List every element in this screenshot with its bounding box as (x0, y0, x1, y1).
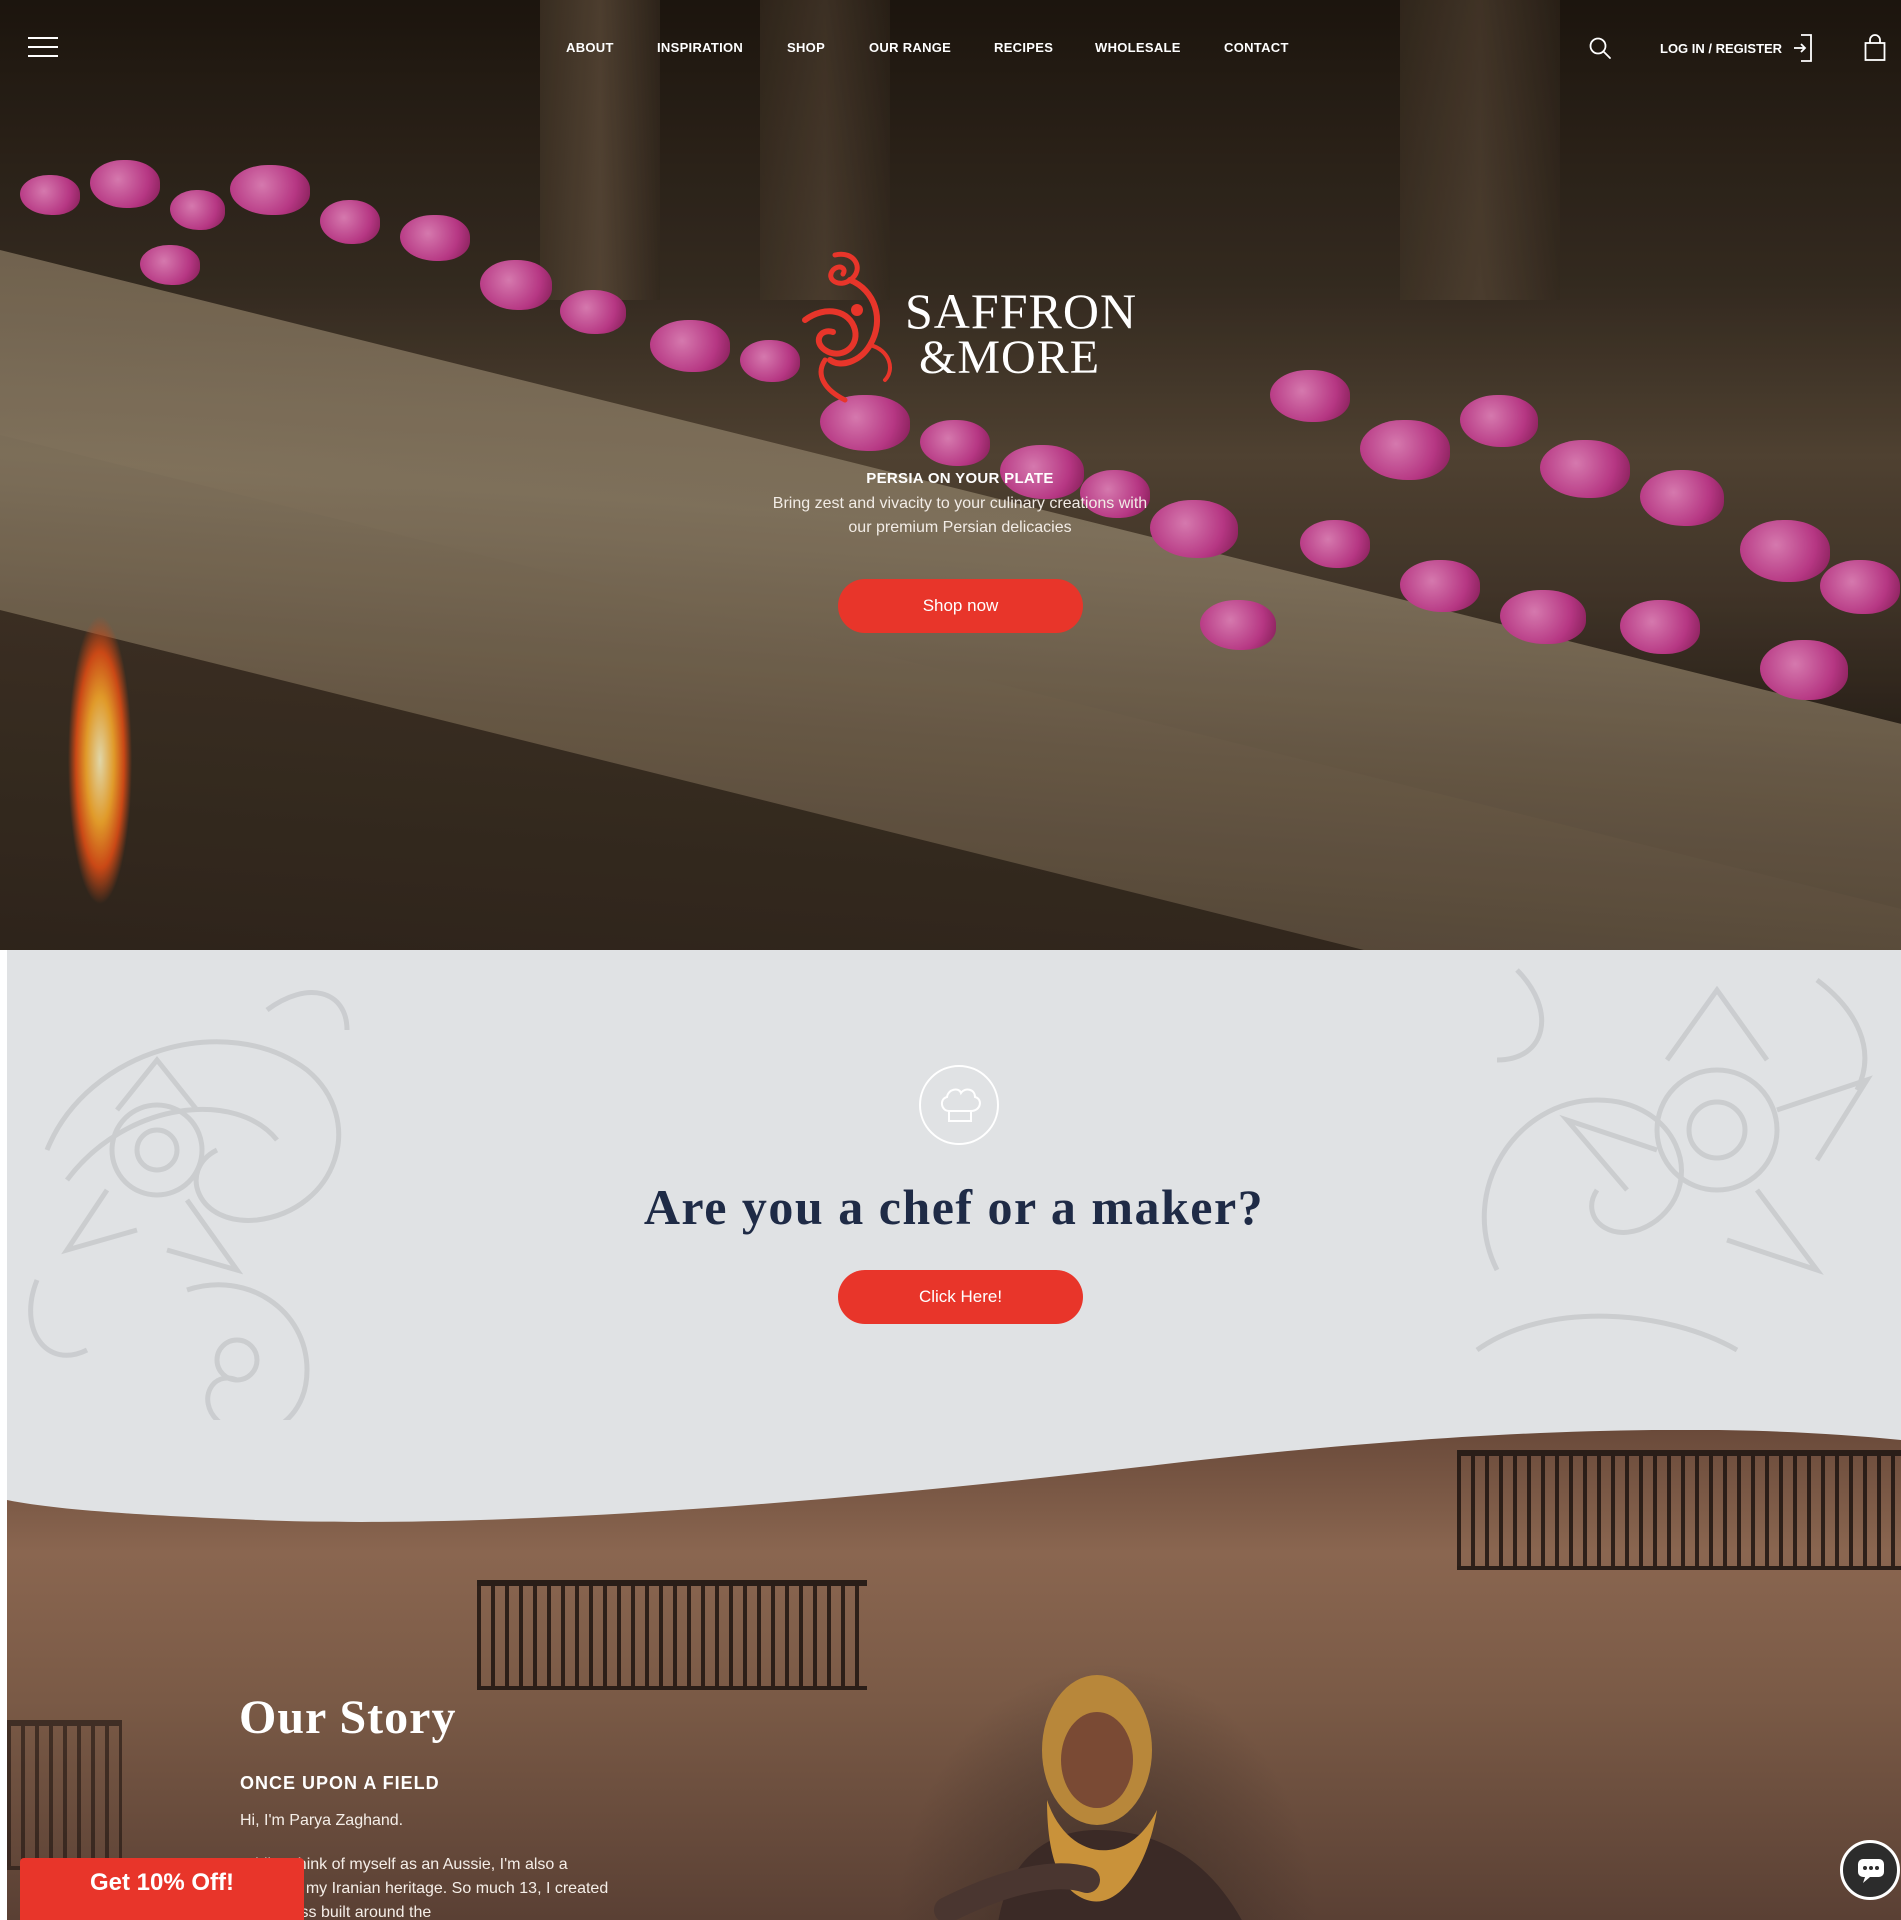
chat-icon (1858, 1859, 1884, 1883)
building-balcony (477, 1580, 867, 1690)
login-register-link[interactable]: LOG IN / REGISTER (1660, 41, 1782, 56)
nav-item-wholesale[interactable]: WHOLESALE (1095, 40, 1181, 55)
logo-text-line2: &MORE (919, 331, 1101, 384)
nav-item-our-range[interactable]: OUR RANGE (869, 40, 951, 55)
hero-subtitle: Bring zest and vivacity to your culinary… (772, 495, 1148, 536)
chat-widget-button[interactable] (1840, 1840, 1900, 1900)
site-header: ABOUT INSPIRATION SHOP OUR RANGE RECIPES… (0, 0, 1901, 100)
nav-item-recipes[interactable]: RECIPES (994, 40, 1053, 55)
main-nav: ABOUT INSPIRATION SHOP OUR RANGE RECIPES… (0, 40, 1901, 60)
nav-item-inspiration[interactable]: INSPIRATION (657, 40, 743, 55)
story-subtitle: ONCE UPON A FIELD (240, 1773, 440, 1793)
nav-item-contact[interactable]: CONTACT (1224, 40, 1289, 55)
bag-icon[interactable] (1864, 34, 1886, 62)
paisley-ornament-right (1475, 968, 1873, 1353)
section-wave-divider (7, 1420, 1901, 1522)
nav-item-about[interactable]: ABOUT (566, 40, 614, 55)
brand-logo[interactable]: SAFFRON &MORE (795, 250, 1136, 410)
saffron-flower-icon (802, 251, 892, 403)
story-title: Our Story (239, 1691, 457, 1744)
click-here-button[interactable]: Click Here! (838, 1270, 1083, 1324)
chef-hat-badge (919, 1065, 999, 1145)
discount-promo-tab[interactable]: Get 10% Off! (20, 1858, 304, 1920)
building-window (7, 1720, 122, 1870)
shop-now-button[interactable]: Shop now (838, 579, 1083, 633)
story-intro: Hi, I'm Parya Zaghand. (240, 1812, 404, 1829)
search-icon[interactable] (1588, 36, 1612, 60)
login-icon[interactable] (1792, 33, 1814, 63)
chef-hat-icon (941, 1088, 981, 1122)
hero-tagline: PERSIA ON YOUR PLATE (866, 470, 1054, 487)
nav-item-shop[interactable]: SHOP (787, 40, 825, 55)
woman-figure-illustration (934, 1675, 1242, 1920)
chef-section-title: Are you a chef or a maker? (643, 1179, 1265, 1235)
